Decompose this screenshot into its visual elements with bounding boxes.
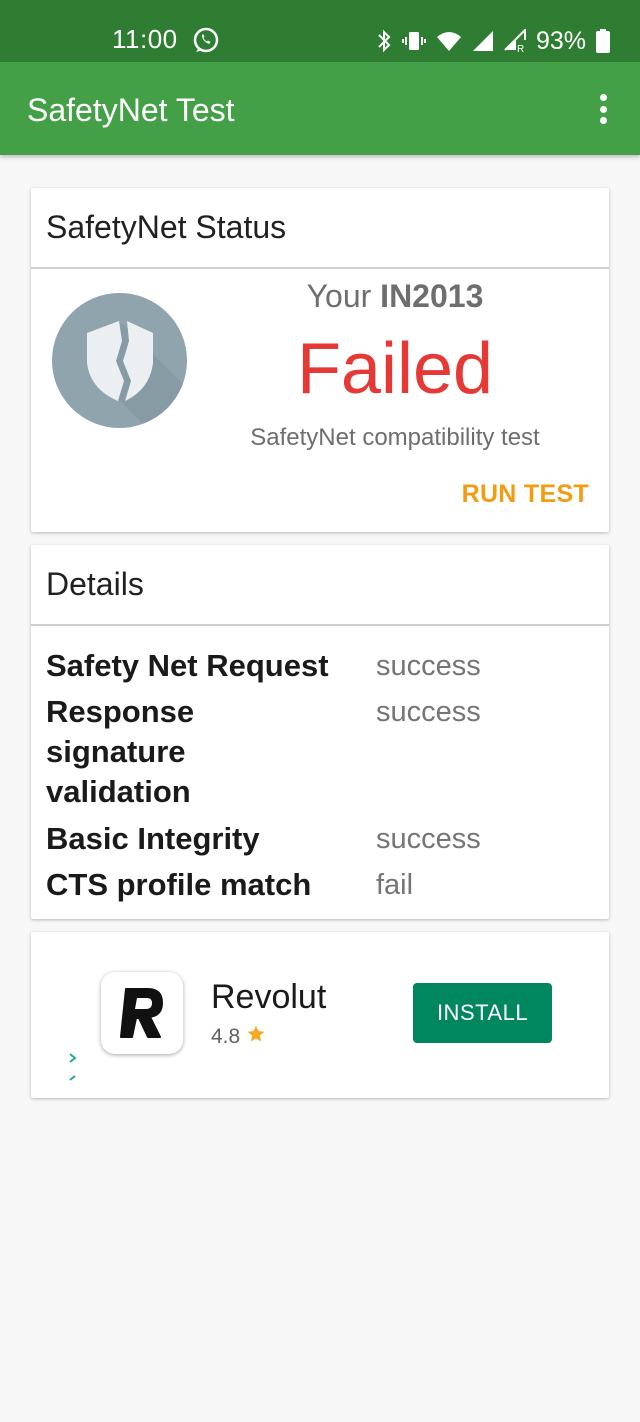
ad-card[interactable]: Revolut 4.8 INSTALL [31, 932, 609, 1098]
test-result: Failed [296, 329, 494, 409]
test-subtitle: SafetyNet compatibility test [250, 424, 540, 451]
detail-label: Response signature validation [46, 694, 195, 809]
ad-app-name[interactable]: Revolut [211, 978, 326, 1017]
rating-value: 4.8 [211, 1025, 241, 1048]
signal-roaming-icon: R [504, 29, 526, 53]
wifi-icon [436, 30, 462, 52]
safetynet-status-card: SafetyNet Status Your IN2013 Failed Safe… [31, 188, 609, 532]
revolut-logo-icon[interactable] [101, 972, 183, 1054]
status-icons: R 93% [376, 24, 610, 58]
detail-label: Safety Net Request [46, 648, 329, 683]
detail-value: success [376, 823, 481, 855]
details-card: Details Safety Net Request success Respo… [31, 545, 609, 919]
svg-text:R: R [517, 44, 524, 53]
more-vert-icon[interactable] [588, 90, 618, 128]
vibrate-icon [401, 29, 426, 53]
run-test-button[interactable]: RUN TEST [462, 480, 589, 509]
status-card-title: SafetyNet Status [31, 188, 609, 269]
detail-value: fail [376, 869, 414, 901]
app-title: SafetyNet Test [27, 92, 235, 128]
device-line: Your IN2013 [261, 278, 529, 315]
app-bar: SafetyNet Test [0, 62, 640, 155]
bluetooth-icon [376, 29, 392, 53]
star-icon [246, 1024, 266, 1050]
ad-rating: 4.8 [211, 1024, 266, 1050]
detail-value: success [376, 650, 481, 682]
battery-percent: 93% [535, 26, 586, 55]
detail-value: success [376, 696, 481, 728]
device-model: IN2013 [380, 278, 484, 314]
detail-label: CTS profile match [46, 867, 312, 902]
signal-icon [472, 30, 494, 52]
broken-shield-icon [52, 293, 187, 428]
your-prefix: Your [306, 278, 372, 314]
ad-choices-icon[interactable] [67, 1050, 79, 1084]
status-time: 11:00 [112, 24, 178, 54]
status-bar: 11:00 R 93% [0, 0, 640, 62]
install-button[interactable]: INSTALL [413, 983, 552, 1043]
detail-label: Basic Integrity [46, 821, 260, 856]
viber-icon [192, 26, 220, 54]
details-card-title: Details [31, 545, 609, 626]
battery-icon [596, 29, 610, 53]
